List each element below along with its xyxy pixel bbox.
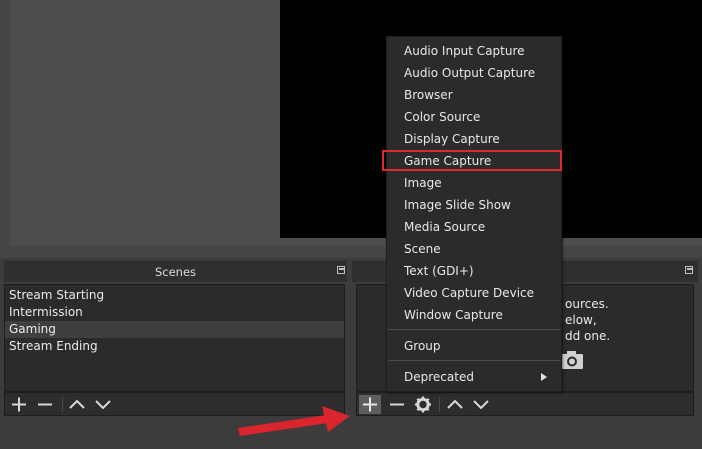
minus-icon <box>38 403 52 406</box>
menu-item-window-capture[interactable]: Window Capture <box>387 304 561 326</box>
preview-side-panel <box>10 0 280 246</box>
sources-hint-line: elow, <box>565 313 597 327</box>
menu-item-group[interactable]: Group <box>387 335 561 357</box>
sources-toolbar <box>356 392 694 416</box>
chevron-down-icon <box>473 400 489 410</box>
scene-item[interactable]: Stream Starting <box>5 287 344 304</box>
chevron-down-icon <box>95 400 111 410</box>
add-scene-button[interactable] <box>8 395 30 414</box>
menu-item-image-slide-show[interactable]: Image Slide Show <box>387 194 561 216</box>
menu-item-audio-input-capture[interactable]: Audio Input Capture <box>387 40 561 62</box>
menu-item-color-source[interactable]: Color Source <box>387 106 561 128</box>
game-capture-highlight-box <box>382 150 562 171</box>
sources-hint-line: dd one. <box>565 329 611 343</box>
move-source-down-button[interactable] <box>470 395 492 414</box>
menu-separator <box>388 360 560 361</box>
scene-item[interactable]: Gaming <box>5 321 344 338</box>
add-source-context-menu: Audio Input Capture Audio Output Capture B… <box>386 36 562 392</box>
chevron-up-icon <box>69 399 85 409</box>
gear-icon <box>415 396 431 413</box>
undock-icon[interactable] <box>337 266 345 274</box>
remove-source-button[interactable] <box>386 395 408 414</box>
menu-item-media-source[interactable]: Media Source <box>387 216 561 238</box>
move-source-up-button[interactable] <box>444 395 466 414</box>
menu-item-audio-output-capture[interactable]: Audio Output Capture <box>387 62 561 84</box>
scene-item[interactable]: Intermission <box>5 304 344 321</box>
menu-item-scene[interactable]: Scene <box>387 238 561 260</box>
menu-item-video-capture-device[interactable]: Video Capture Device <box>387 282 561 304</box>
menu-item-label: Deprecated <box>404 370 474 384</box>
scenes-list[interactable]: Stream Starting Intermission Gaming Stream … <box>4 284 345 392</box>
camera-icon <box>561 351 583 369</box>
move-scene-up-button[interactable] <box>66 395 88 414</box>
plus-icon <box>12 397 26 412</box>
menu-item-deprecated[interactable]: Deprecated <box>387 366 561 388</box>
undock-icon[interactable] <box>685 266 693 274</box>
scene-item[interactable]: Stream Ending <box>5 338 344 355</box>
chevron-right-icon <box>541 373 547 381</box>
menu-item-display-capture[interactable]: Display Capture <box>387 128 561 150</box>
menu-item-browser[interactable]: Browser <box>387 84 561 106</box>
move-scene-down-button[interactable] <box>92 395 114 414</box>
source-properties-button[interactable] <box>412 395 434 414</box>
sources-hint-line: ources. <box>565 297 609 311</box>
toolbar-separator <box>439 397 440 412</box>
menu-item-text-gdi[interactable]: Text (GDI+) <box>387 260 561 282</box>
minus-icon <box>390 403 404 406</box>
menu-separator <box>388 329 560 330</box>
plus-icon <box>363 397 377 412</box>
toolbar-separator <box>62 397 63 412</box>
menu-item-image[interactable]: Image <box>387 172 561 194</box>
add-source-button[interactable] <box>359 395 381 414</box>
scenes-dock-title: Scenes <box>4 261 347 282</box>
scenes-dock: Scenes <box>4 261 347 284</box>
remove-scene-button[interactable] <box>34 395 56 414</box>
chevron-up-icon <box>447 399 463 409</box>
annotation-arrow-icon <box>238 406 350 436</box>
